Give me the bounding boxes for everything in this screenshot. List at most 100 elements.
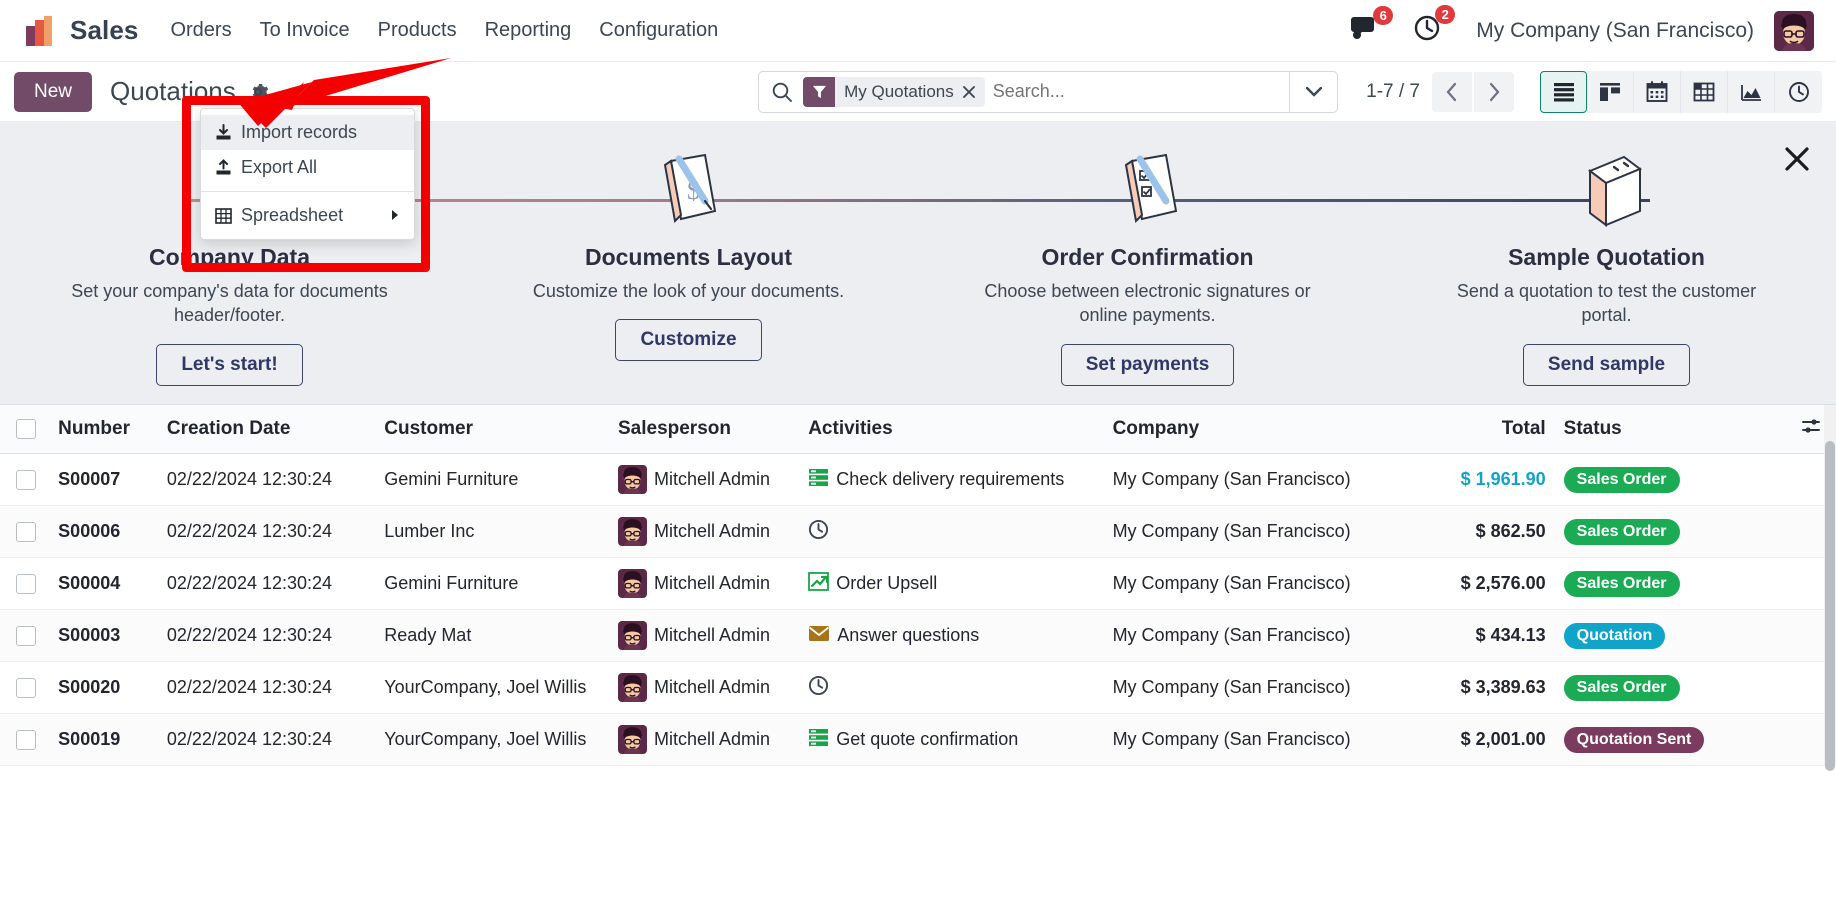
- messages-count-badge: 6: [1373, 6, 1394, 25]
- cell-total: $ 1,961.90: [1421, 453, 1558, 506]
- onboarding-card-title: Documents Layout: [584, 244, 793, 270]
- nav-item-configuration[interactable]: Configuration: [599, 19, 718, 42]
- cell-status: Sales Order: [1557, 453, 1786, 506]
- cell-activities[interactable]: Check delivery requirements: [802, 453, 1107, 506]
- activity-label: Check delivery requirements: [836, 469, 1065, 489]
- activity-label: Get quote confirmation: [836, 729, 1019, 749]
- close-icon[interactable]: [1784, 146, 1810, 177]
- clock-icon[interactable]: [808, 675, 829, 701]
- cell-salesperson: Mitchell Admin: [611, 661, 803, 714]
- salesperson-name: Mitchell Admin: [653, 573, 771, 593]
- dropdown-item-export-all[interactable]: Export All: [201, 150, 414, 185]
- new-button[interactable]: New: [14, 71, 93, 112]
- nav-item-reporting[interactable]: Reporting: [485, 19, 572, 42]
- table-row[interactable]: S00006 02/22/2024 12:30:24 Lumber Inc Mi…: [0, 505, 1836, 558]
- column-header-customer[interactable]: Customer: [378, 405, 612, 454]
- salesperson-avatar: [617, 465, 647, 494]
- row-checkbox[interactable]: [16, 522, 37, 543]
- envelope-icon[interactable]: [808, 625, 830, 647]
- row-checkbox[interactable]: [16, 730, 37, 751]
- column-header-salesperson[interactable]: Salesperson: [611, 405, 803, 454]
- row-select-cell[interactable]: [0, 609, 53, 662]
- column-header-creation-date[interactable]: Creation Date: [160, 405, 379, 454]
- cell-creation-date: 02/22/2024 12:30:24: [160, 713, 379, 766]
- table-row[interactable]: S00007 02/22/2024 12:30:24 Gemini Furnit…: [0, 453, 1836, 506]
- row-checkbox[interactable]: [16, 470, 37, 491]
- cell-customer: Gemini Furniture: [378, 453, 612, 506]
- chevron-down-icon[interactable]: [1289, 71, 1337, 112]
- view-list[interactable]: [1540, 70, 1587, 113]
- messages-bubble-icon[interactable]: 6: [1350, 6, 1394, 46]
- nav-item-orders[interactable]: Orders: [170, 19, 231, 42]
- cell-activities[interactable]: [802, 661, 1107, 714]
- column-header-status[interactable]: Status: [1557, 405, 1786, 454]
- pager: 1-7 / 7: [1366, 71, 1514, 112]
- cell-customer: Gemini Furniture: [378, 557, 612, 610]
- table-row[interactable]: S00004 02/22/2024 12:30:24 Gemini Furnit…: [0, 557, 1836, 610]
- odoo-sales-logo-icon[interactable]: [22, 12, 60, 50]
- set-payments-button[interactable]: Set payments: [1060, 343, 1235, 386]
- send-sample-button[interactable]: Send sample: [1522, 343, 1691, 386]
- lets-start-button[interactable]: Let's start!: [156, 343, 303, 386]
- view-kanban[interactable]: [1587, 70, 1634, 113]
- nav-item-to-invoice[interactable]: To Invoice: [260, 19, 350, 42]
- view-pivot[interactable]: [1681, 70, 1728, 113]
- company-selector[interactable]: My Company (San Francisco): [1476, 19, 1754, 43]
- close-icon[interactable]: [962, 85, 985, 99]
- cell-creation-date: 02/22/2024 12:30:24: [160, 609, 379, 662]
- cell-activities[interactable]: Answer questions: [802, 609, 1107, 662]
- search-input[interactable]: [992, 81, 1291, 102]
- onboarding-card-documents-layout: $ Documents Layout Customize the look of…: [459, 144, 918, 362]
- table-row[interactable]: S00003 02/22/2024 12:30:24 Ready Mat Mit…: [0, 609, 1836, 662]
- app-name[interactable]: Sales: [70, 15, 138, 46]
- export-upload-icon: [215, 159, 241, 176]
- cell-status: Sales Order: [1557, 557, 1786, 610]
- user-avatar[interactable]: [1774, 10, 1814, 51]
- pager-previous-button[interactable]: [1432, 71, 1472, 112]
- row-select-cell[interactable]: [0, 713, 53, 766]
- row-checkbox[interactable]: [16, 574, 37, 595]
- chevron-right-icon: [390, 205, 400, 226]
- column-header-company[interactable]: Company: [1106, 405, 1422, 454]
- cell-activities[interactable]: Get quote confirmation: [802, 713, 1107, 766]
- nav-item-products[interactable]: Products: [378, 19, 457, 42]
- dropdown-item-spreadsheet[interactable]: Spreadsheet: [201, 198, 414, 233]
- view-calendar[interactable]: [1634, 70, 1681, 113]
- todo-list-icon[interactable]: [808, 728, 829, 752]
- row-select-cell[interactable]: [0, 453, 53, 506]
- trend-up-icon[interactable]: [808, 571, 830, 596]
- column-header-total[interactable]: Total: [1421, 405, 1558, 454]
- view-graph[interactable]: [1728, 70, 1775, 113]
- select-all-checkbox[interactable]: [16, 418, 37, 439]
- sample-quotation-icon: [1564, 144, 1650, 236]
- activities-clock-icon[interactable]: 2: [1414, 5, 1456, 47]
- view-activity[interactable]: [1775, 70, 1822, 113]
- cell-activities[interactable]: [802, 505, 1107, 558]
- customize-button[interactable]: Customize: [615, 319, 762, 362]
- gear-icon[interactable]: [246, 80, 270, 104]
- cell-activities[interactable]: Order Upsell: [802, 557, 1107, 610]
- pager-next-button[interactable]: [1474, 71, 1514, 112]
- row-checkbox[interactable]: [16, 626, 37, 647]
- activity-label: Order Upsell: [836, 573, 938, 593]
- row-select-cell[interactable]: [0, 557, 53, 610]
- row-select-cell[interactable]: [0, 505, 53, 558]
- scrollbar-thumb[interactable]: [1825, 441, 1835, 771]
- vertical-scrollbar[interactable]: [1824, 405, 1836, 771]
- search-bar[interactable]: My Quotations: [758, 70, 1339, 113]
- documents-layout-icon: $: [649, 144, 729, 236]
- column-header-number[interactable]: Number: [52, 405, 161, 454]
- table-row[interactable]: S00019 02/22/2024 12:30:24 YourCompany, …: [0, 713, 1836, 766]
- onboarding-card-desc: Choose between electronic signatures or …: [984, 281, 1311, 326]
- todo-list-icon[interactable]: [808, 468, 829, 492]
- row-select-cell[interactable]: [0, 661, 53, 714]
- total-value: $ 434.13: [1475, 625, 1546, 645]
- select-all-header[interactable]: [0, 405, 53, 454]
- clock-icon[interactable]: [808, 519, 829, 545]
- table-row[interactable]: S00020 02/22/2024 12:30:24 YourCompany, …: [0, 661, 1836, 714]
- column-header-activities[interactable]: Activities: [802, 405, 1107, 454]
- order-confirmation-icon: [1108, 144, 1188, 236]
- row-checkbox[interactable]: [16, 678, 37, 699]
- search-facet-my-quotations[interactable]: My Quotations: [803, 76, 985, 107]
- dropdown-item-import-records[interactable]: Import records: [201, 115, 414, 150]
